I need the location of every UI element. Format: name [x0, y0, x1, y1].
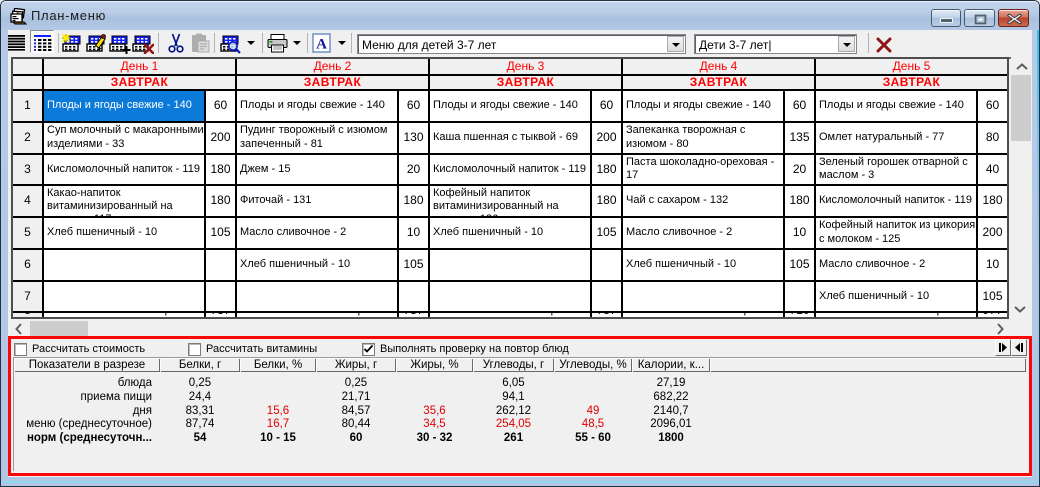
svg-text:A: A: [316, 37, 327, 53]
